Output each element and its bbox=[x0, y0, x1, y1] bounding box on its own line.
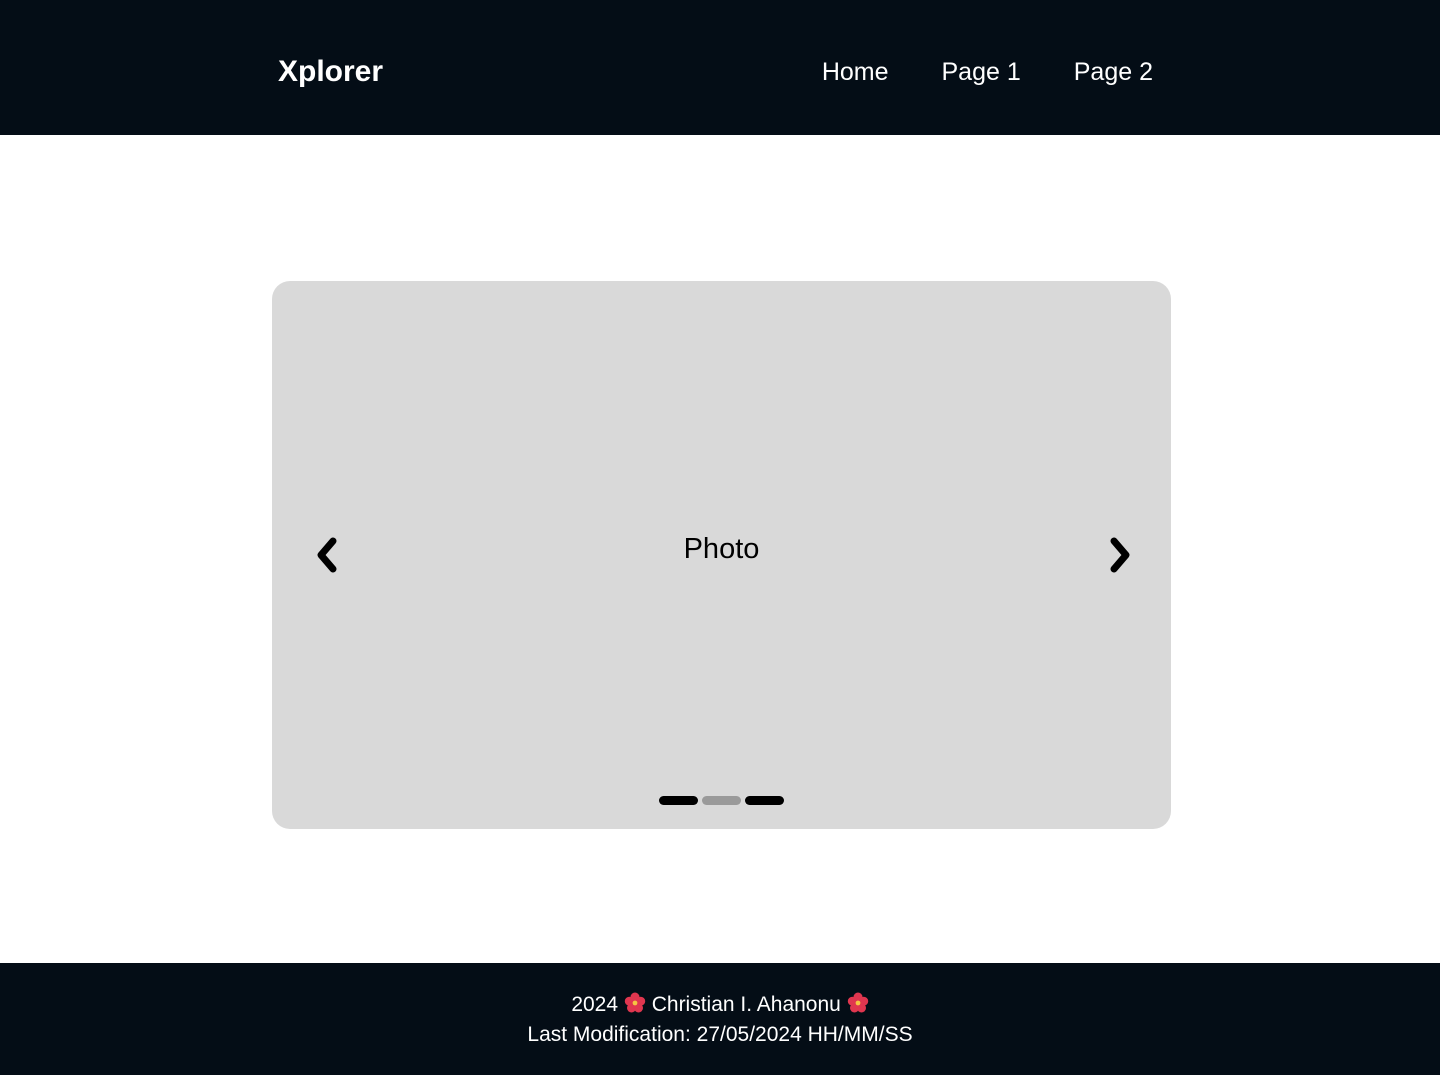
carousel-indicator-active[interactable] bbox=[702, 796, 741, 805]
carousel-indicators bbox=[272, 796, 1171, 805]
brand-logo[interactable]: Xplorer bbox=[278, 52, 383, 92]
carousel-slide-label: Photo bbox=[683, 533, 760, 565]
carousel-next-button[interactable] bbox=[1100, 535, 1140, 575]
photo-carousel: Photo bbox=[272, 281, 1171, 829]
hibiscus-icon bbox=[847, 992, 868, 1013]
footer-credits: 2024 Christian I. Ahanonu bbox=[0, 990, 1440, 1020]
footer-author: Christian I. Ahanonu bbox=[651, 993, 841, 1016]
site-footer: 2024 Christian I. Ahanonu Last Modificat… bbox=[0, 963, 1440, 1075]
nav-link-page-2[interactable]: Page 2 bbox=[1074, 54, 1153, 90]
nav-link-page-1[interactable]: Page 1 bbox=[942, 54, 1021, 90]
carousel-indicator[interactable] bbox=[659, 796, 698, 805]
site-header: Xplorer Home Page 1 Page 2 bbox=[0, 0, 1440, 135]
main-nav: Home Page 1 Page 2 bbox=[822, 54, 1153, 90]
footer-last-modification: Last Modification: 27/05/2024 HH/MM/SS bbox=[527, 1023, 913, 1046]
chevron-right-icon bbox=[1110, 537, 1130, 573]
nav-link-home[interactable]: Home bbox=[822, 54, 889, 90]
footer-year: 2024 bbox=[571, 993, 619, 1016]
hibiscus-icon bbox=[624, 992, 646, 1013]
carousel-indicator[interactable] bbox=[745, 796, 784, 805]
